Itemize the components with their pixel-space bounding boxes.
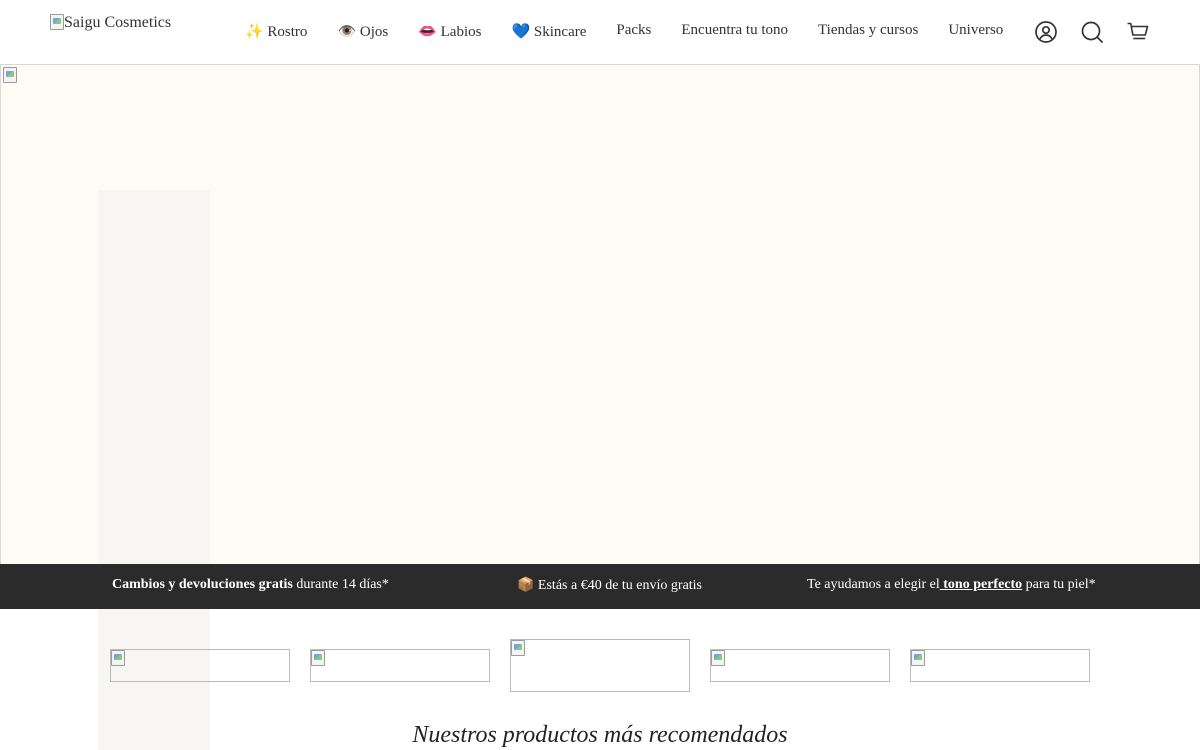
category-tile-2[interactable] — [310, 649, 490, 682]
announcement-returns-rest: durante 14 días* — [292, 577, 389, 592]
section-title: Nuestros productos más recomendados — [412, 722, 788, 748]
nav-item-encuentra-tu-tono[interactable]: Encuentra tu tono — [681, 22, 788, 41]
nav-item-packs[interactable]: Packs — [616, 22, 651, 41]
nav-item-rostro[interactable]: ✨ Rostro — [245, 22, 307, 41]
category-2-broken-image-icon — [311, 650, 325, 666]
hero-broken-image-icon — [3, 67, 17, 83]
category-3-broken-image-icon — [511, 640, 525, 656]
category-tile-4[interactable] — [710, 649, 890, 682]
main-nav: ✨ Rostro 👁️ Ojos 👄 Labios 💙 Skincare Pac… — [245, 22, 1003, 41]
nav-item-labios[interactable]: 👄 Labios — [418, 22, 481, 41]
category-1-broken-image-icon — [111, 650, 125, 666]
announcement-tone-end: para tu piel* — [1022, 577, 1096, 592]
cart-icon[interactable] — [1126, 20, 1150, 44]
site-header: Saigu Cosmetics ✨ Rostro 👁️ Ojos 👄 Labio… — [0, 0, 1200, 64]
logo-link[interactable]: Saigu Cosmetics — [50, 14, 171, 32]
announcement-returns: Cambios y devoluciones gratis durante 14… — [112, 577, 389, 593]
nav-item-ojos[interactable]: 👁️ Ojos — [337, 22, 388, 41]
category-tile-1[interactable] — [110, 649, 290, 682]
header-icons — [1034, 20, 1150, 44]
search-icon[interactable] — [1080, 20, 1104, 44]
nav-item-skincare[interactable]: 💙 Skincare — [511, 22, 586, 41]
announcement-bar: Cambios y devoluciones gratis durante 14… — [0, 564, 1200, 609]
logo-broken-image-icon — [50, 14, 64, 30]
category-tile-5[interactable] — [910, 649, 1090, 682]
announcement-tone-start: Te ayudamos a elegir el — [807, 577, 940, 592]
category-tile-3[interactable] — [510, 639, 690, 692]
tono-perfecto-link[interactable]: tono perfecto — [940, 577, 1022, 592]
announcement-shipping: 📦 Estás a €40 de tu envío gratis — [517, 578, 703, 593]
nav-item-universo[interactable]: Universo — [948, 22, 1003, 41]
account-icon[interactable] — [1034, 20, 1058, 44]
nav-item-tiendas-y-cursos[interactable]: Tiendas y cursos — [818, 22, 918, 41]
logo-alt-text: Saigu Cosmetics — [64, 14, 172, 31]
category-5-broken-image-icon — [911, 650, 925, 666]
announcement-tone: Te ayudamos a elegir el tono perfecto pa… — [807, 577, 1096, 593]
category-4-broken-image-icon — [711, 650, 725, 666]
announcement-returns-bold: Cambios y devoluciones gratis — [112, 577, 293, 592]
